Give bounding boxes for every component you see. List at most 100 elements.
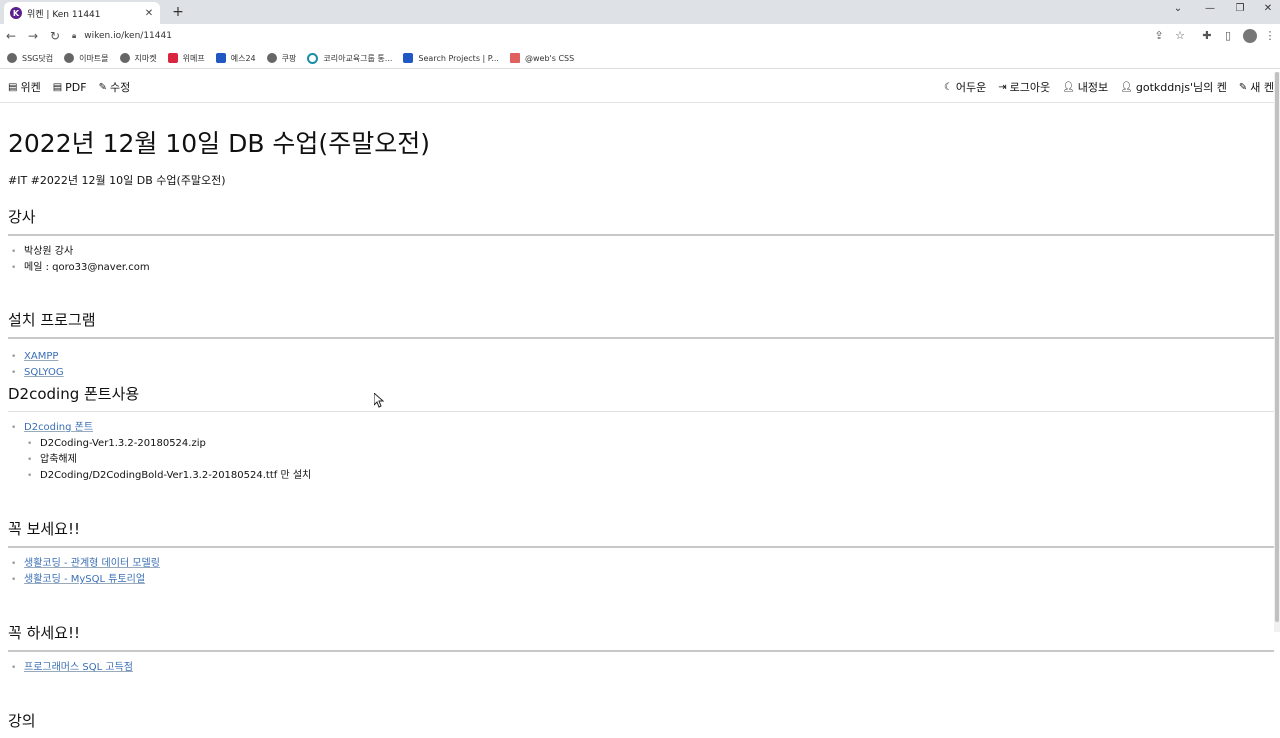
bookmark-item[interactable]: 이마트몰 bbox=[64, 53, 109, 64]
logout-icon: ⇥ bbox=[998, 81, 1007, 93]
new-tab-icon[interactable]: + bbox=[170, 4, 186, 20]
nav-logout[interactable]: ⇥ 로그아웃 bbox=[998, 79, 1050, 95]
list-item: D2coding 폰트 bbox=[8, 420, 1274, 436]
install-list: XAMPP SQLYOG bbox=[8, 349, 1274, 381]
bookmark-item[interactable]: @web's CSS bbox=[509, 53, 575, 63]
globe-icon bbox=[7, 53, 17, 63]
list-item: 프로그래머스 SQL 고득점 bbox=[8, 660, 1274, 676]
nav-label: 수정 bbox=[109, 81, 131, 94]
browser-toolbar: ← → ↻ 🔒︎ wiken.io/ken/11441 ⇪ ☆ ✚ ▯ ⋮ bbox=[0, 24, 1280, 48]
wemakeprice-icon bbox=[167, 53, 178, 63]
restore-icon[interactable]: ❐ bbox=[1230, 3, 1250, 14]
bookmark-item[interactable]: 위메프 bbox=[167, 53, 205, 64]
bookmark-label: SSG닷컴 bbox=[22, 53, 54, 63]
image-icon bbox=[509, 53, 520, 63]
mouse-cursor-icon bbox=[374, 393, 384, 408]
file-icon: ▤ bbox=[8, 81, 18, 93]
user-edit-icon: 👤︎ bbox=[1120, 81, 1133, 93]
close-window-icon[interactable]: ✕ bbox=[1258, 3, 1278, 14]
nav-my-ken[interactable]: 👤︎ gotkddnjs'님의 켄 bbox=[1120, 79, 1227, 95]
watch-list: 생활코딩 - 관계형 데이터 모델링 생활코딩 - MySQL 튜토리얼 bbox=[8, 556, 1274, 588]
list-item: 생활코딩 - MySQL 튜토리얼 bbox=[8, 572, 1274, 588]
share-icon[interactable]: ⇪ bbox=[1151, 29, 1167, 42]
menu-icon[interactable]: ⋮ bbox=[1262, 29, 1278, 42]
bookmark-item[interactable]: 쿠팡 bbox=[266, 53, 297, 64]
nav-my-info[interactable]: 👤︎ 내정보 bbox=[1062, 79, 1108, 95]
profile-avatar[interactable] bbox=[1243, 29, 1257, 43]
nav-label: PDF bbox=[65, 80, 87, 94]
list-item: 박상원 강사 bbox=[8, 244, 1274, 260]
nav-pdf[interactable]: ▤ PDF bbox=[53, 79, 87, 95]
reload-icon[interactable]: ↻ bbox=[44, 29, 66, 43]
section-heading-font: D2coding 폰트사용 bbox=[8, 383, 1274, 412]
list-item: D2Coding/D2CodingBold-Ver1.3.2-20180524.… bbox=[8, 468, 1274, 484]
mysql-tutorial-link[interactable]: 생활코딩 - MySQL 튜토리얼 bbox=[24, 574, 145, 585]
bookmark-item[interactable]: 코리아교육그룹 통... bbox=[307, 52, 393, 64]
extensions-icon[interactable]: ✚ bbox=[1199, 29, 1215, 42]
scrollbar-thumb[interactable] bbox=[1275, 72, 1279, 622]
wiken-favicon-icon: K bbox=[10, 7, 22, 19]
list-item: XAMPP bbox=[8, 349, 1274, 365]
tab-close-icon[interactable]: ✕ bbox=[142, 8, 156, 19]
pdf-icon: ▤ bbox=[52, 81, 63, 93]
section-heading-lecture: 강의 bbox=[8, 712, 36, 730]
nav-label: 어두운 bbox=[955, 81, 987, 94]
section-heading-do: 꼭 하세요!! bbox=[8, 622, 1274, 652]
bookmark-item[interactable]: 예스24 bbox=[215, 53, 256, 64]
nav-edit[interactable]: ✎ 수정 bbox=[99, 79, 131, 95]
site-nav: ▤ 위켄 ▤ PDF ✎ 수정 ☾ 어두운 ⇥ 로그아웃 👤︎ 내정보 👤︎ gotkddnj… bbox=[0, 72, 1280, 103]
yes24-icon bbox=[215, 53, 226, 63]
xampp-link[interactable]: XAMPP bbox=[24, 351, 58, 362]
list-item: 생활코딩 - 관계형 데이터 모델링 bbox=[8, 556, 1274, 572]
forward-icon[interactable]: → bbox=[22, 29, 44, 43]
list-item: 압축해제 bbox=[8, 452, 1274, 468]
tab-search-icon[interactable]: ⌄ bbox=[1168, 3, 1188, 14]
bookmark-item[interactable]: 지마켓 bbox=[119, 53, 157, 64]
instructor-list: 박상원 강사 메일 : qoro33@naver.com bbox=[8, 244, 1274, 276]
d2coding-link[interactable]: D2coding 폰트 bbox=[24, 422, 93, 433]
nav-label: gotkddnjs'님의 켄 bbox=[1135, 81, 1227, 94]
side-panel-icon[interactable]: ▯ bbox=[1220, 29, 1236, 42]
bookmark-label: @web's CSS bbox=[524, 53, 575, 63]
tab-title: 위켄 | Ken 11441 bbox=[27, 9, 101, 20]
moon-icon: ☾ bbox=[943, 81, 953, 93]
minimize-icon[interactable]: — bbox=[1200, 3, 1220, 14]
globe-icon bbox=[266, 53, 277, 63]
user-gear-icon: 👤︎ bbox=[1062, 81, 1075, 93]
nav-dark-mode[interactable]: ☾ 어두운 bbox=[944, 79, 986, 95]
page-tags: #IT #2022년 12월 10일 DB 수업(주말오전) bbox=[8, 174, 226, 187]
bookmark-label: Search Projects | P... bbox=[418, 53, 499, 63]
browser-tabstrip: K 위켄 | Ken 11441 ✕ + ⌄ — ❐ ✕ bbox=[0, 0, 1280, 24]
page-content: 2022년 12월 10일 DB 수업(주말오전) #IT #2022년 12월… bbox=[8, 110, 1274, 738]
bookmark-label: 이마트몰 bbox=[79, 53, 109, 63]
url-text: wiken.io/ken/11441 bbox=[84, 31, 172, 41]
address-bar[interactable]: 🔒︎ wiken.io/ken/11441 bbox=[72, 26, 1192, 46]
bookmark-item[interactable]: SSG닷컴 bbox=[7, 53, 53, 64]
bookmark-star-icon[interactable]: ☆ bbox=[1172, 29, 1188, 42]
section-heading-install: 설치 프로그램 bbox=[8, 309, 1274, 339]
page-title: 2022년 12월 10일 DB 수업(주말오전) bbox=[8, 129, 430, 158]
globe-icon bbox=[119, 53, 130, 63]
bookmark-label: 지마켓 bbox=[134, 53, 157, 63]
section-heading-instructor: 강사 bbox=[8, 206, 1274, 236]
nav-label: 내정보 bbox=[1077, 81, 1109, 94]
nav-wiken[interactable]: ▤ 위켄 bbox=[8, 79, 41, 95]
list-item: D2Coding-Ver1.3.2-20180524.zip bbox=[8, 436, 1274, 452]
bookmark-label: 코리아교육그룹 통... bbox=[323, 53, 393, 63]
bookmark-label: 예스24 bbox=[230, 53, 256, 63]
back-icon[interactable]: ← bbox=[0, 29, 22, 43]
programmers-sql-link[interactable]: 프로그래머스 SQL 고득점 bbox=[24, 662, 133, 673]
do-list: 프로그래머스 SQL 고득점 bbox=[8, 660, 1274, 676]
list-item: 메일 : qoro33@naver.com bbox=[8, 260, 1274, 276]
globe-icon bbox=[64, 53, 75, 63]
lock-icon: 🔒︎ bbox=[72, 31, 77, 40]
data-modeling-link[interactable]: 생활코딩 - 관계형 데이터 모델링 bbox=[24, 558, 160, 569]
nav-new-ken[interactable]: ✎ 새 켄 bbox=[1239, 79, 1274, 95]
sqlyog-link[interactable]: SQLYOG bbox=[24, 367, 64, 378]
browser-tab[interactable]: K 위켄 | Ken 11441 ✕ bbox=[4, 2, 160, 24]
behance-icon bbox=[403, 53, 414, 63]
bookmarks-bar: SSG닷컴 이마트몰 지마켓 위메프 예스24 쿠팡 코리아교육그룹 통... … bbox=[0, 48, 1280, 69]
bookmark-item[interactable]: Search Projects | P... bbox=[403, 53, 499, 63]
pencil-icon: ✎ bbox=[1238, 81, 1248, 93]
bookmark-label: 쿠팡 bbox=[281, 53, 297, 63]
